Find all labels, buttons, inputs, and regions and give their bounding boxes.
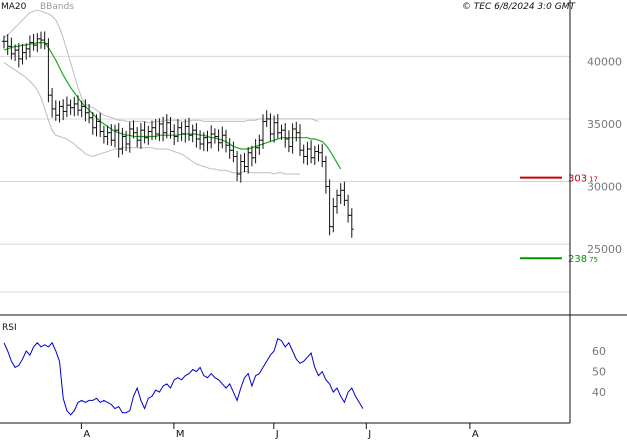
price-bar: [301, 144, 306, 164]
x-tick-label: M: [176, 429, 185, 440]
rsi-title: RSI: [2, 323, 17, 333]
rsi-y-tick-label: 40: [592, 386, 606, 399]
x-axis: AMJJA: [80, 423, 479, 440]
price-bar: [46, 38, 51, 103]
x-tick-label: J: [367, 429, 371, 440]
price-bar: [220, 126, 225, 149]
price-bar: [175, 119, 180, 143]
price-bar: [309, 140, 314, 164]
y-tick-label: 25000: [587, 243, 622, 256]
price-bar: [39, 31, 43, 49]
price-y-axis: 40000 35000 30000 25000: [587, 55, 622, 256]
y-tick-label: 35000: [587, 118, 622, 131]
price-bar: [31, 33, 36, 51]
price-bar: [216, 129, 221, 152]
price-bar: [298, 124, 302, 156]
price-bar: [146, 125, 151, 145]
chart-frame: [0, 0, 627, 424]
price-bar: [83, 99, 88, 122]
price-bar: [194, 123, 199, 148]
price-bar: [113, 124, 117, 148]
price-bar: [323, 155, 328, 194]
price-bar: [275, 114, 280, 139]
rsi-y-tick-label: 50: [592, 366, 606, 379]
price-bar: [338, 183, 343, 204]
price-bar: [331, 197, 336, 233]
price-bar: [349, 208, 354, 238]
x-tick-label: A: [472, 429, 479, 440]
price-bar: [335, 189, 339, 214]
price-bar: [316, 144, 321, 162]
price-bar: [235, 150, 240, 182]
price-bar: [116, 123, 121, 158]
legend-bbands: BBands: [40, 2, 74, 12]
price-bar: [242, 152, 247, 173]
price-bar: [227, 138, 232, 159]
price-bar: [294, 121, 299, 142]
price-bar: [179, 122, 184, 142]
ma20-line: [3, 41, 342, 170]
rsi-line-group: [3, 337, 364, 416]
y-tick-label: 30000: [587, 181, 622, 194]
price-bar: [61, 99, 66, 121]
price-bar: [283, 123, 288, 148]
bb-upper-line: [3, 9, 319, 124]
price-bar: [305, 141, 310, 166]
price-bar: [94, 114, 99, 137]
bollinger-bands: [3, 9, 319, 175]
price-bar: [42, 31, 47, 50]
price-bar: [238, 154, 243, 183]
price-bar: [268, 113, 273, 142]
x-tick-label: J: [275, 429, 279, 440]
legend-ma20: MA20: [1, 2, 27, 12]
price-bar: [205, 130, 210, 152]
copyright-text: © TEC 6/8/2024 3:0 GMT: [462, 2, 577, 12]
price-bar: [346, 194, 351, 223]
price-bar: [76, 95, 80, 116]
chart-root: MA20 BBands © TEC 6/8/2024 3:0 GMT 303 17…: [0, 0, 627, 440]
y-tick-label: 40000: [587, 55, 622, 68]
price-bar: [150, 120, 154, 141]
price-bar: [142, 121, 147, 144]
price-bar: [5, 34, 10, 55]
price-bar: [320, 144, 325, 168]
price-bar: [135, 127, 140, 148]
price-bar: [120, 127, 125, 155]
price-bar: [98, 112, 103, 138]
price-bar: [183, 119, 188, 143]
price-bar: [101, 125, 106, 144]
ma20-polyline: [3, 41, 342, 170]
price-bar: [253, 139, 258, 164]
price-bar: [53, 100, 58, 121]
price-bar: [272, 115, 277, 143]
price-bar: [312, 145, 317, 165]
price-bar: [342, 181, 347, 206]
price-bar: [68, 99, 73, 115]
price-bar: [290, 123, 295, 154]
price-bar: [327, 179, 332, 236]
price-bar: [20, 43, 25, 65]
price-bar: [64, 96, 69, 118]
rsi-y-axis: 60 50 40: [592, 345, 606, 399]
rsi-polyline: [3, 337, 364, 416]
x-tick-label: A: [83, 429, 90, 440]
rsi-y-tick-label: 60: [592, 345, 606, 358]
price-bar: [286, 130, 291, 153]
price-bar: [72, 96, 77, 117]
price-bar: [50, 88, 55, 118]
price-bar: [198, 130, 203, 150]
price-bar: [2, 35, 6, 49]
price-bar: [105, 125, 110, 146]
price-bar: [246, 147, 251, 174]
price-bar: [27, 35, 32, 58]
price-bar: [212, 128, 217, 144]
price-bar: [231, 141, 236, 163]
